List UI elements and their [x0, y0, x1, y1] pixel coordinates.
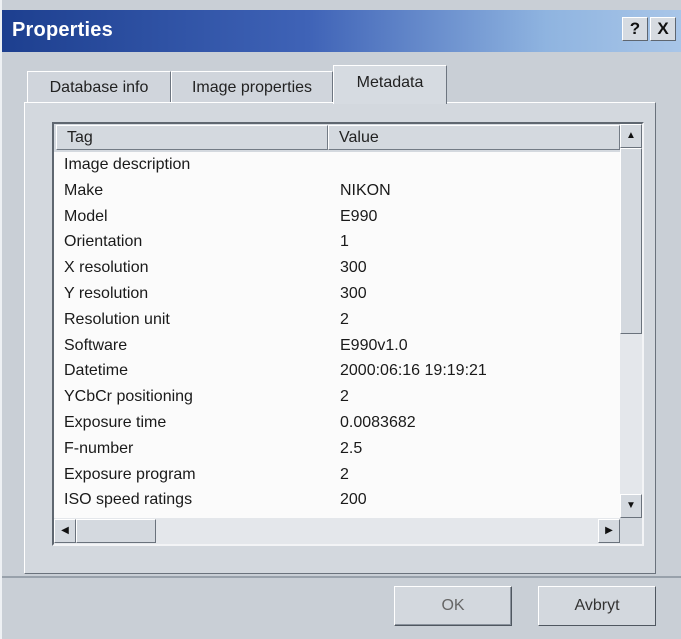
row-tag: F-number	[64, 439, 134, 457]
properties-dialog: Properties ? X Database info Image prope…	[0, 0, 681, 639]
tab-image-properties[interactable]: Image properties	[171, 71, 333, 104]
row-tag: YCbCr positioning	[64, 388, 193, 406]
table-row[interactable]: X resolution 300	[54, 256, 620, 282]
cancel-button[interactable]: Avbryt	[538, 586, 656, 626]
help-button[interactable]: ?	[622, 17, 648, 41]
scrollbar-corner	[620, 518, 642, 544]
row-tag: Orientation	[64, 233, 143, 251]
row-value: 200	[340, 491, 367, 509]
row-value: E990	[340, 207, 378, 225]
horizontal-scroll-thumb[interactable]	[76, 519, 156, 543]
row-value: 0.0083682	[340, 413, 416, 431]
row-tag: Image description	[64, 156, 191, 173]
table-row[interactable]: Exposure time 0.0083682	[54, 411, 620, 437]
row-value: 2	[340, 388, 349, 406]
row-tag: Exposure time	[64, 413, 167, 431]
table-row[interactable]: Software E990v1.0	[54, 334, 620, 360]
row-value: 300	[340, 284, 367, 302]
table-row[interactable]: Resolution unit 2	[54, 308, 620, 334]
scroll-up-icon[interactable]: ▲	[620, 124, 642, 148]
table-row[interactable]: YCbCr positioning 2	[54, 385, 620, 411]
ok-button[interactable]: OK	[394, 586, 512, 626]
column-header-value[interactable]: Value	[328, 125, 620, 150]
row-tag: Model	[64, 207, 108, 225]
vertical-scroll-thumb[interactable]	[620, 148, 642, 334]
row-tag: X resolution	[64, 259, 149, 277]
table-row[interactable]: Datetime 2000:06:16 19:19:21	[54, 359, 620, 385]
tab-metadata[interactable]: Metadata	[333, 65, 447, 104]
scroll-right-icon[interactable]: ▶	[598, 519, 620, 543]
row-value: E990v1.0	[340, 336, 408, 354]
table-row[interactable]: ISO speed ratings 200	[54, 488, 620, 514]
table-row[interactable]: Orientation 1	[54, 230, 620, 256]
scroll-left-icon[interactable]: ◀	[54, 519, 76, 543]
title-bar[interactable]: Properties ? X	[2, 10, 681, 52]
tab-database-info[interactable]: Database info	[27, 71, 171, 104]
tab-strip: Database info Image properties Metadata	[27, 64, 467, 104]
column-header-tag[interactable]: Tag	[56, 125, 328, 150]
list-header: Tag Value	[54, 124, 620, 152]
table-row[interactable]: Exposure program 2	[54, 463, 620, 489]
window-title: Properties	[12, 19, 113, 41]
row-tag: Make	[64, 181, 104, 199]
metadata-list[interactable]: Tag Value Image description Make NIKON Mode…	[52, 122, 644, 546]
row-value: 300	[340, 259, 367, 277]
row-value: NIKON	[340, 181, 391, 199]
vertical-scrollbar[interactable]: ▲ ▼	[620, 124, 642, 518]
list-rows: Image description Make NIKON Model E990 Orien…	[54, 153, 620, 514]
table-row[interactable]: Y resolution 300	[54, 282, 620, 308]
table-row[interactable]: Model E990	[54, 205, 620, 231]
close-button[interactable]: X	[650, 17, 676, 41]
horizontal-scrollbar[interactable]: ◀ ▶	[54, 518, 620, 544]
row-value: 2000:06:16 19:19:21	[340, 362, 487, 380]
row-tag: ISO speed ratings	[64, 491, 193, 509]
row-tag: Datetime	[64, 362, 129, 380]
row-tag: Exposure program	[64, 465, 196, 483]
divider	[2, 576, 681, 578]
row-value: 2.5	[340, 439, 363, 457]
row-value: 2	[340, 310, 349, 328]
scroll-down-icon[interactable]: ▼	[620, 494, 642, 518]
table-row[interactable]: Image description	[54, 153, 620, 179]
row-tag: Software	[64, 336, 128, 354]
row-tag: Y resolution	[64, 284, 149, 302]
table-row[interactable]: F-number 2.5	[54, 437, 620, 463]
row-value: 1	[340, 233, 349, 251]
table-row[interactable]: Make NIKON	[54, 179, 620, 205]
row-tag: Resolution unit	[64, 310, 170, 328]
row-value: 2	[340, 465, 349, 483]
